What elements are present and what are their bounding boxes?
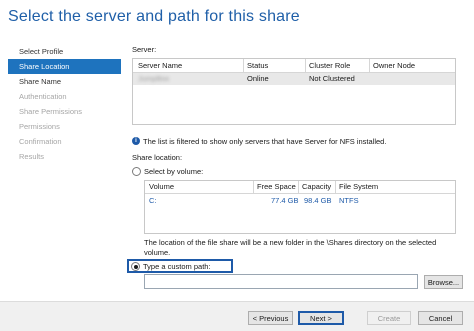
status-cell: Online	[247, 74, 269, 83]
custom-path-input[interactable]	[144, 274, 418, 289]
server-label: Server:	[132, 45, 157, 54]
column-divider	[335, 181, 336, 193]
column-header-cluster-role[interactable]: Cluster Role	[309, 61, 350, 70]
server-table: Server Name Status Cluster Role Owner No…	[132, 58, 456, 125]
info-icon: i	[132, 137, 140, 145]
nav-item-select-profile[interactable]: Select Profile	[8, 44, 121, 59]
column-divider	[243, 59, 244, 72]
volume-cell[interactable]: C:	[149, 196, 157, 205]
volume-table-header: Volume Free Space Capacity File System	[145, 181, 455, 194]
select-by-volume-radio[interactable]	[132, 167, 141, 176]
table-row[interactable]: JumpBox Online Not Clustered	[133, 73, 455, 85]
nav-item-share-location[interactable]: Share Location	[8, 59, 121, 74]
select-by-volume-label[interactable]: Select by volume:	[144, 167, 203, 176]
previous-button[interactable]: < Previous	[248, 311, 293, 325]
column-divider	[305, 59, 306, 72]
create-button: Create	[367, 311, 411, 325]
location-note-line1: The location of the file share will be a…	[144, 238, 437, 247]
nav-item-permissions: Permissions	[19, 122, 60, 131]
column-header-server-name[interactable]: Server Name	[138, 61, 182, 70]
column-header-owner-node[interactable]: Owner Node	[373, 61, 415, 70]
volume-table: Volume Free Space Capacity File System C…	[144, 180, 456, 234]
nav-item-confirmation: Confirmation	[19, 137, 62, 146]
server-table-header: Server Name Status Cluster Role Owner No…	[133, 59, 455, 73]
share-location-label: Share location:	[132, 153, 183, 162]
nav-item-share-permissions: Share Permissions	[19, 107, 82, 116]
page-title: Select the server and path for this shar…	[8, 8, 300, 25]
nav-item-share-name[interactable]: Share Name	[8, 74, 121, 89]
custom-path-label[interactable]: Type a custom path:	[143, 262, 211, 271]
column-header-file-system[interactable]: File System	[339, 182, 378, 191]
cluster-role-cell: Not Clustered	[309, 74, 355, 83]
column-header-capacity[interactable]: Capacity	[302, 182, 331, 191]
next-button[interactable]: Next >	[298, 311, 344, 325]
custom-path-radio[interactable]	[131, 262, 140, 271]
column-header-status[interactable]: Status	[247, 61, 268, 70]
browse-button[interactable]: Browse...	[424, 275, 463, 289]
server-name-cell: JumpBox	[138, 74, 170, 83]
column-header-volume[interactable]: Volume	[149, 182, 174, 191]
nav-item-results: Results	[19, 152, 45, 161]
column-divider	[369, 59, 370, 72]
column-divider	[253, 181, 254, 193]
info-text: The list is filtered to show only server…	[143, 137, 387, 146]
cancel-button[interactable]: Cancel	[418, 311, 463, 325]
column-header-free-space[interactable]: Free Space	[257, 182, 296, 191]
capacity-cell: 98.4 GB	[304, 196, 332, 205]
column-divider	[298, 181, 299, 193]
free-space-cell: 77.4 GB	[271, 196, 299, 205]
file-system-cell: NTFS	[339, 196, 359, 205]
nav-item-authentication: Authentication	[19, 92, 67, 101]
wizard-nav: Select Profile Share Location Share Name…	[8, 44, 121, 164]
location-note-line2: volume.	[144, 248, 171, 257]
